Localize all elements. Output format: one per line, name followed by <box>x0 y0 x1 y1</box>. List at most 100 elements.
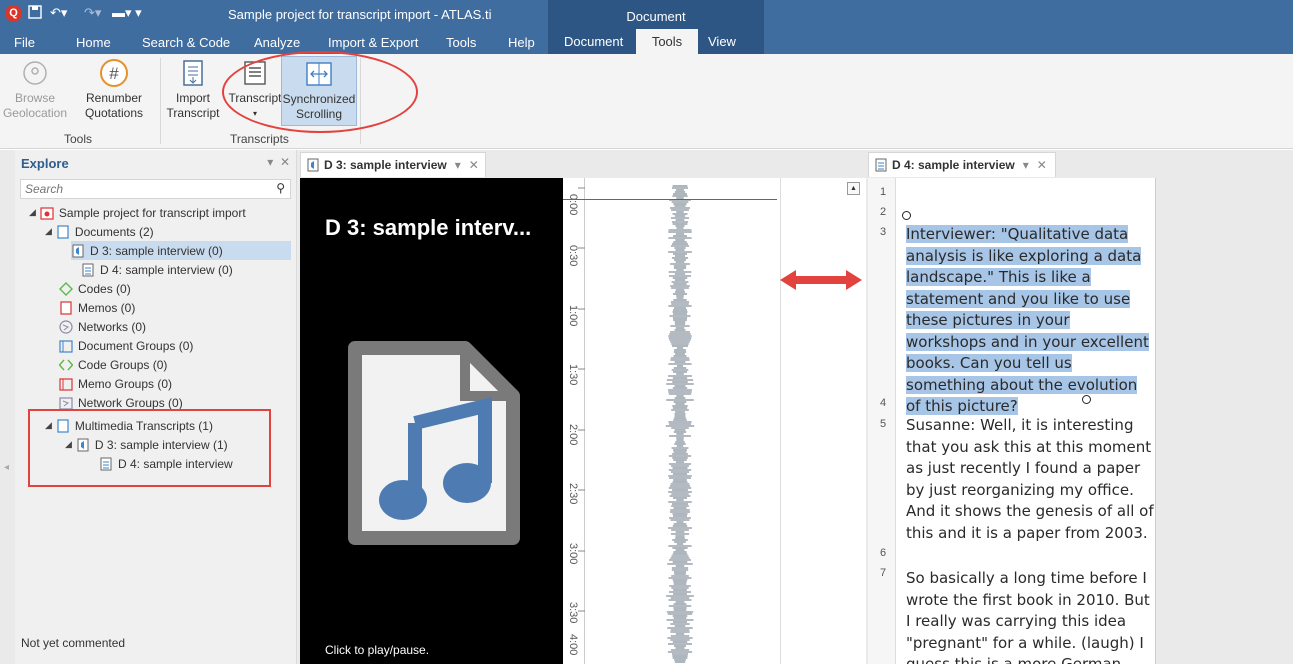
waveform-graph <box>665 185 695 663</box>
time-tick: 3:30 <box>567 602 579 624</box>
click-to-play-hint: Click to play/pause. <box>325 643 430 657</box>
annotation-box <box>28 409 271 487</box>
tree-label: Code Groups (0) <box>78 357 168 372</box>
browse-geolocation-button[interactable]: Browse Geolocation <box>2 58 68 121</box>
tree-label: Sample project for transcript import <box>58 205 246 220</box>
quick-access-menu-icon[interactable]: ▬▾ ▾ <box>112 5 142 21</box>
window-title: Sample project for transcript import - A… <box>228 7 492 22</box>
geolocation-icon <box>20 58 50 88</box>
tab-import-export[interactable]: Import & Export <box>328 35 418 50</box>
quotations-label: Quotations <box>84 106 144 120</box>
redo-icon[interactable]: ↷▾ <box>84 5 101 21</box>
atlas-logo-icon[interactable]: Q <box>5 5 22 22</box>
time-tick: 4:00 <box>567 634 579 656</box>
tree-documents[interactable]: ◢ Documents (2) <box>45 222 154 241</box>
selection-end-handle[interactable] <box>1082 395 1091 404</box>
undo-icon[interactable]: ↶▾ <box>50 5 67 21</box>
svg-text:#: # <box>109 64 119 83</box>
tree-project[interactable]: ◢ Sample project for transcript import <box>29 203 246 222</box>
selected-quotation[interactable]: Interviewer: "Qualitative data analysis … <box>906 225 1149 415</box>
dropdown-icon[interactable]: ▾ <box>455 158 461 172</box>
code-diamond-icon <box>59 281 73 296</box>
explore-title: Explore <box>21 156 69 171</box>
tab-help[interactable]: Help <box>508 35 535 50</box>
explore-panel: Explore ▾ ✕ ⚲ ◢ Sample project for trans… <box>15 150 297 664</box>
network-group-icon <box>59 396 73 410</box>
tab-d3-sample-interview[interactable]: D 3: sample interview ▾ ✕ <box>300 152 486 177</box>
network-icon <box>59 319 73 334</box>
line-number: 7 <box>880 567 887 579</box>
time-tick: 1:30 <box>567 364 579 386</box>
paragraph-3[interactable]: Interviewer: "Qualitative data analysis … <box>906 224 1154 418</box>
search-box[interactable]: ⚲ <box>20 179 291 199</box>
search-icon[interactable]: ⚲ <box>276 181 285 195</box>
transcript-text-area[interactable]: Interviewer: "Qualitative data analysis … <box>896 178 1156 664</box>
expand-arrow-icon[interactable]: ◢ <box>45 226 52 237</box>
tab-search-code[interactable]: Search & Code <box>142 35 230 50</box>
tab-tools[interactable]: Tools <box>446 35 476 50</box>
save-icon[interactable] <box>28 5 42 22</box>
tree-code-groups[interactable]: Code Groups (0) <box>59 355 167 374</box>
transcript-label: Transcript <box>166 106 220 120</box>
paragraph-5[interactable]: Susanne: Well, it is interesting that yo… <box>906 415 1154 544</box>
audio-document-icon <box>307 158 319 172</box>
selection-start-handle[interactable] <box>902 211 911 220</box>
ribbon: Browse Geolocation # Renumber Quotations… <box>0 54 1293 149</box>
timeline-ruler[interactable]: 0:00 0:30 1:00 1:30 2:00 2:30 3:00 3:30 … <box>563 178 585 664</box>
tree-label: Memos (0) <box>78 300 136 315</box>
tab-label: D 3: sample interview <box>324 158 447 172</box>
collapse-handle-icon[interactable]: ◂ <box>4 462 9 473</box>
tab-document-tools[interactable]: Tools <box>636 29 698 54</box>
dropdown-icon[interactable]: ▾ <box>1023 158 1029 172</box>
tab-analyze[interactable]: Analyze <box>254 35 300 50</box>
renumber-quotations-button[interactable]: # Renumber Quotations <box>74 58 154 121</box>
tree-label: Document Groups (0) <box>78 338 194 353</box>
text-document-icon <box>81 263 95 277</box>
tab-home[interactable]: Home <box>76 35 111 50</box>
memo-icon <box>59 300 73 315</box>
scroll-up-icon[interactable]: ▲ <box>847 182 860 195</box>
import-transcript-button[interactable]: Import Transcript <box>164 58 222 121</box>
tab-d4-sample-interview[interactable]: D 4: sample interview ▾ ✕ <box>868 152 1056 177</box>
sync-arrow-icon <box>778 268 864 295</box>
close-icon[interactable]: ✕ <box>280 155 290 169</box>
tree-doc-d4[interactable]: D 4: sample interview (0) <box>81 260 233 279</box>
search-input[interactable] <box>21 180 261 198</box>
tree-memo-groups[interactable]: Memo Groups (0) <box>59 374 172 393</box>
tree-label: D 3: sample interview (0) <box>90 243 223 258</box>
time-tick: 0:30 <box>567 245 579 267</box>
paragraph-7[interactable]: So basically a long time before I wrote … <box>906 568 1154 664</box>
playhead-line[interactable] <box>563 199 777 200</box>
code-group-icon <box>59 358 73 372</box>
media-player[interactable]: D 3: sample interv... Click to play/paus… <box>300 178 563 664</box>
tab-view[interactable]: View <box>708 34 736 49</box>
time-tick: 1:00 <box>567 305 579 327</box>
line-number: 3 <box>880 226 887 238</box>
tab-file[interactable]: File <box>14 35 35 50</box>
pin-dropdown-icon[interactable]: ▾ <box>267 155 273 169</box>
time-tick: 3:00 <box>567 543 579 565</box>
tree-doc-d3[interactable]: D 3: sample interview (0) <box>71 241 291 260</box>
tree-label: D 4: sample interview (0) <box>100 262 233 277</box>
tree-codes[interactable]: Codes (0) <box>59 279 131 298</box>
project-icon <box>40 206 54 220</box>
close-icon[interactable]: ✕ <box>469 158 479 172</box>
browse-label: Browse <box>14 91 55 105</box>
line-number-gutter: 1 2 3 4 5 6 7 <box>868 178 896 664</box>
line-number: 4 <box>880 397 887 409</box>
line-number: 1 <box>880 186 887 198</box>
close-icon[interactable]: ✕ <box>1037 158 1047 172</box>
geolocation-label: Geolocation <box>2 106 68 120</box>
tree-networks[interactable]: Networks (0) <box>59 317 146 336</box>
hash-icon: # <box>99 58 129 88</box>
expand-arrow-icon[interactable]: ◢ <box>29 207 36 218</box>
media-title: D 3: sample interv... <box>325 215 532 240</box>
panel-controls[interactable]: ▾ ✕ <box>267 155 290 169</box>
tree-document-groups[interactable]: Document Groups (0) <box>59 336 193 355</box>
line-number: 5 <box>880 418 887 430</box>
tree-memos[interactable]: Memos (0) <box>59 298 135 317</box>
tab-document[interactable]: Document <box>564 34 623 49</box>
renumber-label: Renumber <box>85 91 143 105</box>
context-group-title: Document <box>626 9 686 24</box>
audio-waveform[interactable] <box>585 178 780 664</box>
